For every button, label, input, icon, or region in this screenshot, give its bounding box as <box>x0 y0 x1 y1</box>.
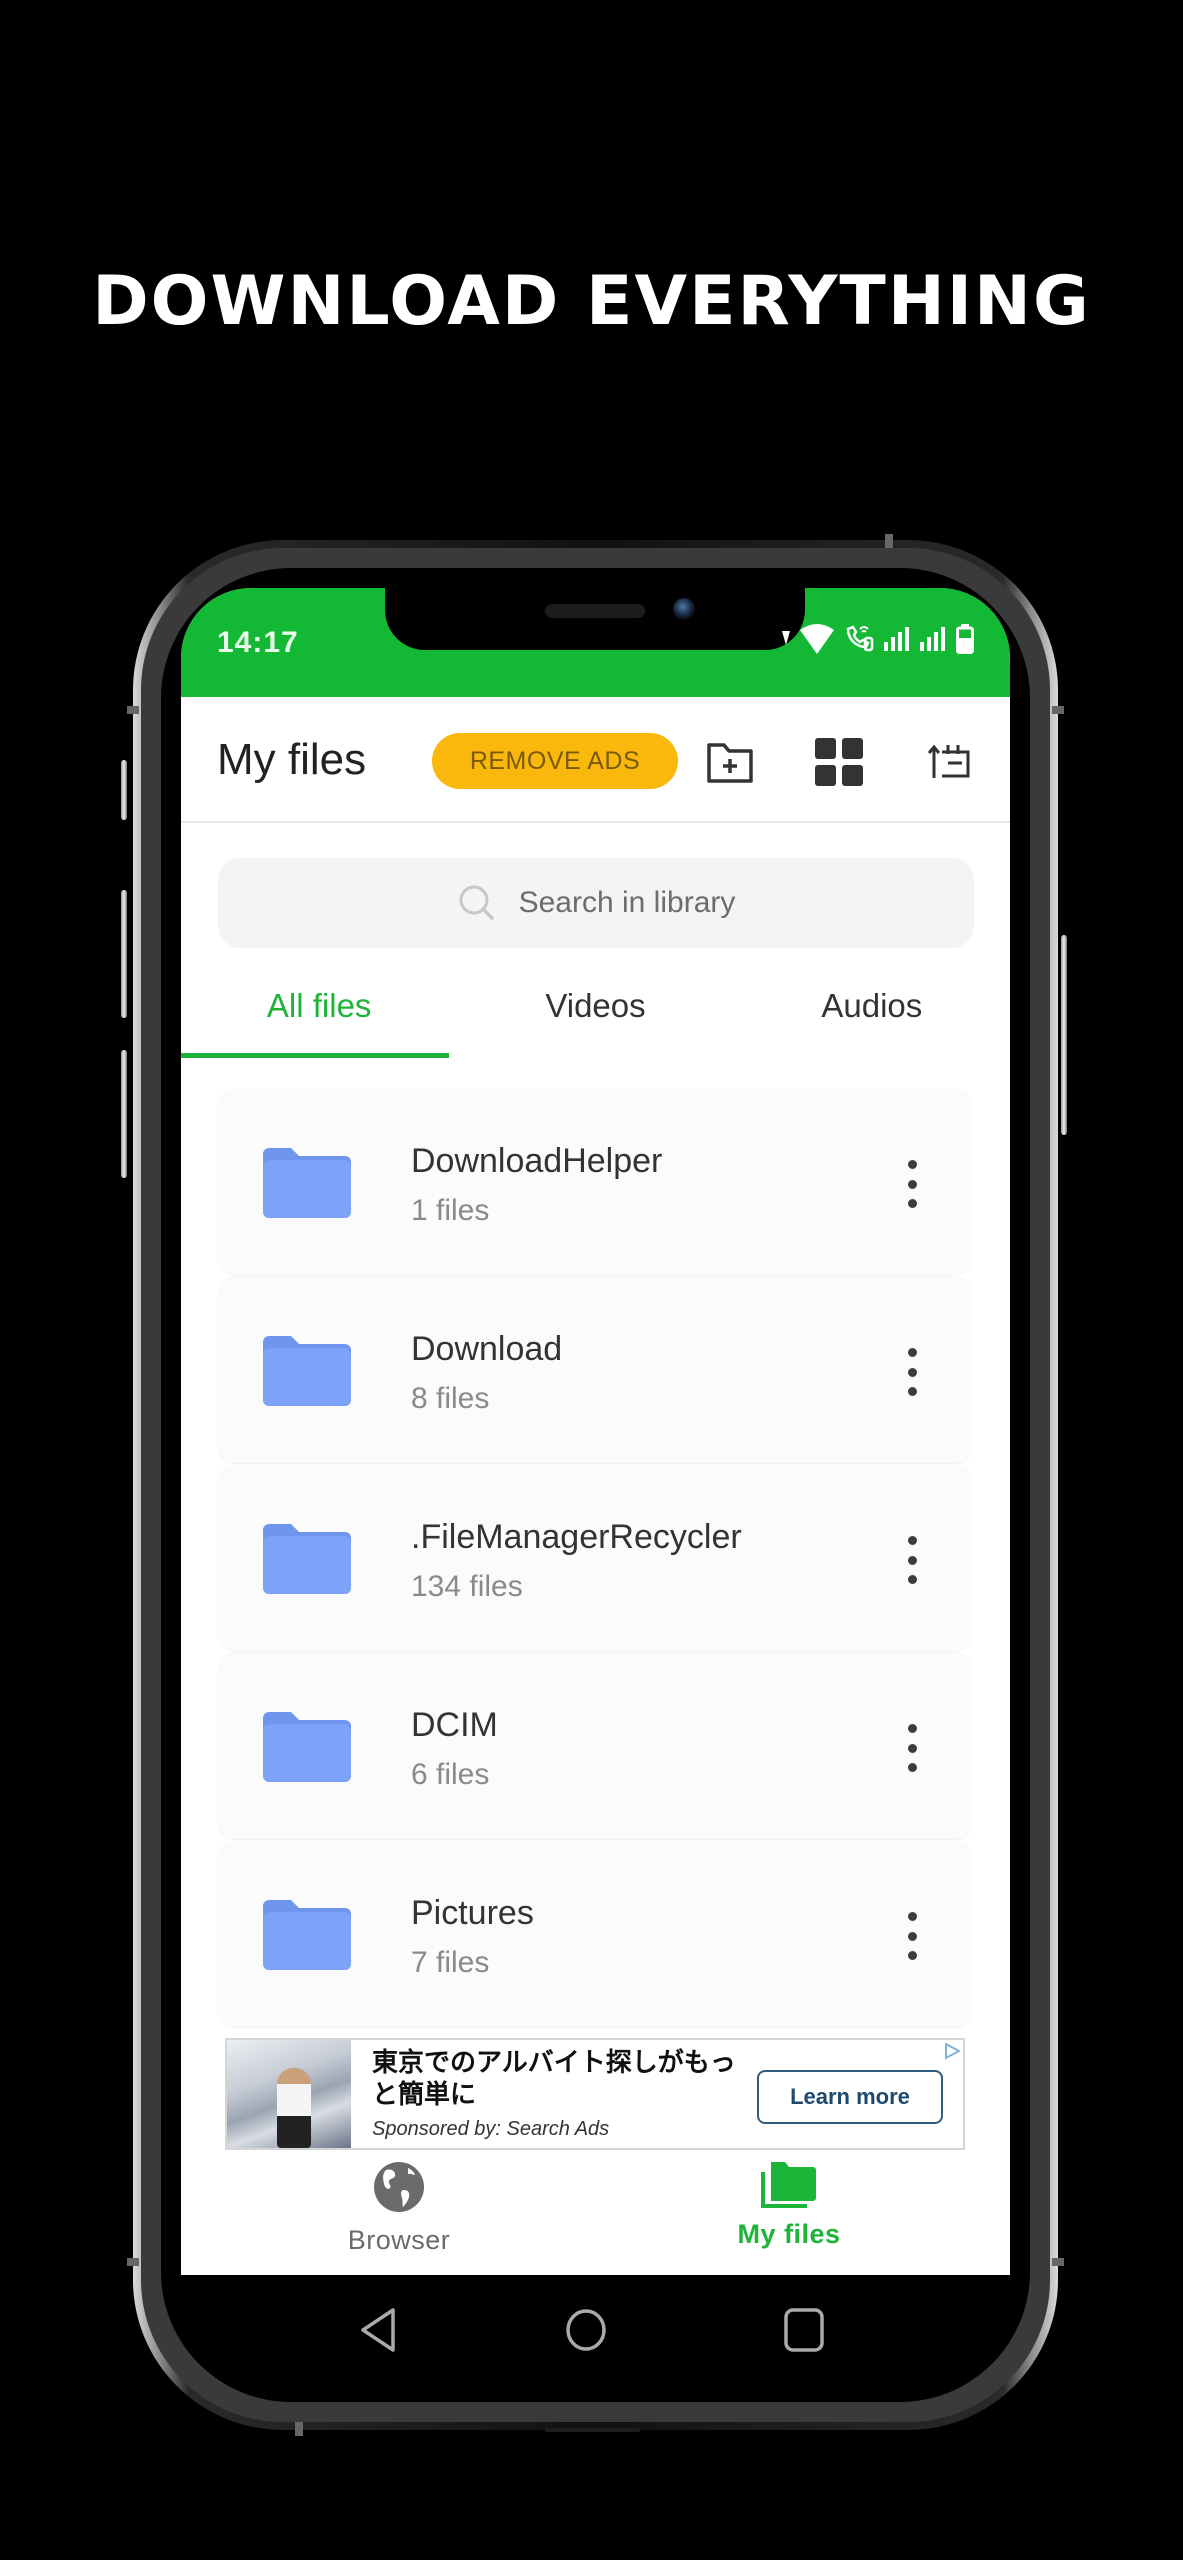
android-nav-bar <box>181 2290 1010 2380</box>
earpiece-speaker <box>545 604 645 618</box>
folder-file-count: 134 files <box>411 1570 523 1603</box>
nav-my-files[interactable]: My files <box>689 2160 889 2250</box>
search-icon <box>459 885 494 920</box>
folder-row[interactable]: DCIM 6 files <box>217 1652 973 1840</box>
nav-browser-label: Browser <box>347 2225 451 2255</box>
antenna-line <box>885 534 893 548</box>
antenna-line <box>1052 706 1064 714</box>
new-folder-icon <box>707 743 753 783</box>
more-options-icon[interactable] <box>897 1348 927 1396</box>
phone-power-button <box>1061 935 1067 1135</box>
status-time: 14:17 <box>217 626 299 659</box>
folder-icon <box>263 1900 351 1970</box>
folder-row[interactable]: Download 8 files <box>217 1276 973 1464</box>
folder-name: Download <box>411 1330 563 1368</box>
folder-row[interactable]: .FileManagerRecycler 134 files <box>217 1464 973 1652</box>
folder-list: DownloadHelper 1 files Download 8 files … <box>217 1088 973 2028</box>
folder-name: DownloadHelper <box>411 1142 663 1180</box>
nav-browser[interactable]: Browser <box>299 2160 499 2256</box>
folder-row[interactable]: Pictures 7 files <box>217 1840 973 2028</box>
tab-audios[interactable]: Audios <box>734 970 1010 1060</box>
folder-file-count: 7 files <box>411 1946 490 1979</box>
app-screen: 14:17 My files REMOVE ADS Search in libr… <box>181 588 1010 2275</box>
search-input[interactable]: Search in library <box>218 858 974 948</box>
antenna-line <box>295 2422 303 2436</box>
phone-volume-down-button <box>121 1050 127 1178</box>
folder-name: Pictures <box>411 1894 534 1932</box>
more-options-icon[interactable] <box>897 1912 927 1960</box>
antenna-line <box>127 2258 139 2266</box>
folder-icon <box>263 1712 351 1782</box>
folder-icon <box>263 1336 351 1406</box>
home-icon[interactable] <box>564 2306 608 2354</box>
grid-view-button[interactable] <box>812 735 866 789</box>
ad-sponsor: Sponsored by: Search Ads <box>372 2118 610 2140</box>
tab-bar: All files Videos Audios <box>181 970 1010 1060</box>
signal-icon <box>884 627 909 651</box>
wifi-icon <box>800 624 834 654</box>
folder-file-count: 8 files <box>411 1382 490 1415</box>
globe-icon <box>374 2162 424 2212</box>
tab-all-files[interactable]: All files <box>181 970 457 1060</box>
ad-image <box>227 2040 351 2148</box>
grid-view-icon <box>815 738 863 786</box>
wifi-call-icon <box>846 625 874 652</box>
sort-button[interactable] <box>923 735 977 789</box>
active-tab-indicator <box>181 1053 449 1058</box>
signal-icon <box>920 627 945 651</box>
folder-file-count: 1 files <box>411 1194 490 1227</box>
sort-icon <box>928 744 970 778</box>
folder-name: DCIM <box>411 1706 498 1744</box>
ad-title: 東京でのアルバイト探しがもっと簡単に <box>372 2047 736 2109</box>
app-header: My files REMOVE ADS <box>181 697 1010 823</box>
folder-row[interactable]: DownloadHelper 1 files <box>217 1088 973 1276</box>
ad-banner[interactable]: 東京でのアルバイト探しがもっと簡単に Sponsored by: Search … <box>225 2038 965 2150</box>
status-icons <box>782 624 974 654</box>
more-options-icon[interactable] <box>897 1536 927 1584</box>
ad-learn-more-button[interactable]: Learn more <box>757 2070 943 2124</box>
phone-chin-detail <box>545 2428 640 2432</box>
data-arrow-icon <box>782 631 790 645</box>
nav-my-files-label: My files <box>737 2219 841 2249</box>
search-placeholder: Search in library <box>518 886 736 919</box>
phone-volume-up-button <box>121 890 127 1018</box>
ad-choices-icon[interactable] <box>943 2042 961 2060</box>
status-bar: 14:17 <box>181 588 1010 697</box>
phone-side-button <box>121 760 127 820</box>
recents-icon[interactable] <box>782 2306 826 2354</box>
page-title: My files <box>217 735 367 784</box>
folder-icon <box>263 1148 351 1218</box>
tab-videos[interactable]: Videos <box>457 970 733 1060</box>
back-icon[interactable] <box>357 2306 401 2354</box>
new-folder-button[interactable] <box>703 735 757 789</box>
camera-notch <box>385 588 805 650</box>
bottom-nav: Browser My files <box>181 2150 1010 2275</box>
front-camera <box>673 598 695 620</box>
more-options-icon[interactable] <box>897 1160 927 1208</box>
antenna-line <box>127 706 139 714</box>
more-options-icon[interactable] <box>897 1724 927 1772</box>
battery-icon <box>956 624 974 654</box>
folders-icon <box>761 2162 816 2208</box>
folder-name: .FileManagerRecycler <box>411 1518 742 1556</box>
promo-headline: DOWNLOAD EVERYTHING <box>92 262 1091 341</box>
antenna-line <box>1052 2258 1064 2266</box>
remove-ads-button[interactable]: REMOVE ADS <box>432 733 678 789</box>
folder-file-count: 6 files <box>411 1758 490 1791</box>
folder-icon <box>263 1524 351 1594</box>
